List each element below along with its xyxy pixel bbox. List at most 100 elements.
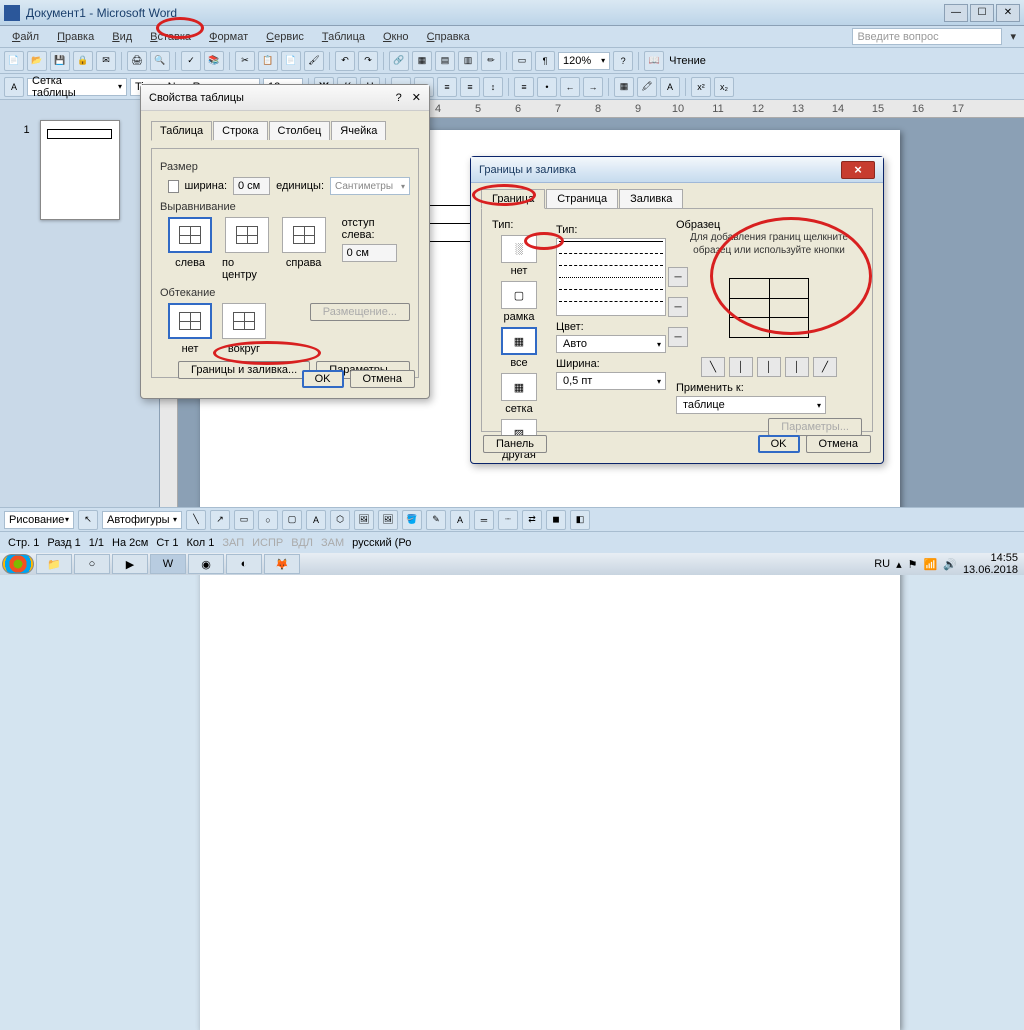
task-explorer[interactable]: 📁	[36, 554, 72, 574]
tray-flag-icon[interactable]: ⚑	[908, 558, 918, 571]
menu-window[interactable]: Окно	[375, 29, 417, 45]
dlg2-close-button[interactable]: ×	[841, 161, 875, 179]
link-icon[interactable]: 🔗	[389, 51, 409, 71]
edge-mid-v-btn[interactable]: │	[757, 357, 781, 377]
docmap-icon[interactable]: ▭	[512, 51, 532, 71]
tab-border[interactable]: Граница	[481, 189, 545, 209]
task-cortana[interactable]: ○	[74, 554, 110, 574]
draw-menu[interactable]: Рисование	[4, 511, 74, 529]
textbox-icon[interactable]: ▢	[282, 510, 302, 530]
wrap-around[interactable]: вокруг	[222, 303, 266, 355]
width-dropdown[interactable]: 0,5 пт	[556, 372, 666, 390]
fmtpaint-icon[interactable]: 🖌	[304, 51, 324, 71]
dash-icon[interactable]: ┈	[498, 510, 518, 530]
width-checkbox[interactable]	[168, 180, 179, 193]
styles-icon[interactable]: A	[4, 77, 24, 97]
maximize-button[interactable]: ☐	[970, 4, 994, 22]
menu-tools[interactable]: Сервис	[258, 29, 312, 45]
undo-icon[interactable]: ↶	[335, 51, 355, 71]
menu-insert[interactable]: Вставка	[142, 29, 199, 45]
tab-cell[interactable]: Ячейка	[331, 121, 386, 140]
tab-table[interactable]: Таблица	[151, 121, 212, 141]
fill-icon[interactable]: 🪣	[402, 510, 422, 530]
help-question-box[interactable]: Введите вопрос	[852, 28, 1002, 45]
wrap-none[interactable]: нет	[168, 303, 212, 355]
zoom-combo[interactable]: 120%	[558, 52, 610, 70]
open-icon[interactable]: 📂	[27, 51, 47, 71]
tray-time[interactable]: 14:55	[990, 552, 1018, 564]
close-button[interactable]: ✕	[996, 4, 1020, 22]
start-button[interactable]	[2, 554, 34, 574]
linecolor-icon[interactable]: ✎	[426, 510, 446, 530]
dlg1-ok-button[interactable]: OK	[302, 370, 344, 388]
dlg1-close-icon[interactable]: ✕	[412, 91, 421, 104]
outdent-icon[interactable]: ←	[560, 77, 580, 97]
read-icon[interactable]: 📖	[644, 51, 664, 71]
panel-button[interactable]: Панель	[483, 435, 547, 453]
tray-date[interactable]: 13.06.2018	[963, 564, 1018, 576]
tab-shading[interactable]: Заливка	[619, 189, 683, 208]
3d-icon[interactable]: ◧	[570, 510, 590, 530]
dlg2-ok-button[interactable]: OK	[758, 435, 800, 453]
excel-icon[interactable]: ▤	[435, 51, 455, 71]
mail-icon[interactable]: ✉	[96, 51, 116, 71]
setting-grid[interactable]: ▦сетка	[492, 373, 546, 415]
fontcolor-icon[interactable]: A	[660, 77, 680, 97]
diag2-btn[interactable]: ╱	[813, 357, 837, 377]
menu-table[interactable]: Таблица	[314, 29, 373, 45]
page-thumbnail[interactable]	[40, 120, 120, 220]
super-icon[interactable]: x²	[691, 77, 711, 97]
edge-bot-btn[interactable]: ─	[668, 327, 688, 347]
task-player[interactable]: ◉	[188, 554, 224, 574]
task-media[interactable]: ▶	[112, 554, 148, 574]
perms-icon[interactable]: 🔒	[73, 51, 93, 71]
para-icon[interactable]: ¶	[535, 51, 555, 71]
arrows-icon[interactable]: ⇄	[522, 510, 542, 530]
menu-edit[interactable]: Правка	[49, 29, 102, 45]
tray-lang[interactable]: RU	[874, 558, 890, 570]
tray-vol-icon[interactable]: 🔊	[943, 558, 957, 571]
width-input[interactable]: 0 см	[233, 177, 270, 195]
paste-icon[interactable]: 📄	[281, 51, 301, 71]
units-combo[interactable]: Сантиметры	[330, 177, 410, 195]
minimize-button[interactable]: —	[944, 4, 968, 22]
table-icon[interactable]: ▦	[412, 51, 432, 71]
help-icon[interactable]: ?	[613, 51, 633, 71]
edge-right-btn[interactable]: │	[785, 357, 809, 377]
oval-icon[interactable]: ○	[258, 510, 278, 530]
apply-dropdown[interactable]: таблице	[676, 396, 826, 414]
task-chrome[interactable]: ◐	[226, 554, 262, 574]
status-ext[interactable]: ВДЛ	[291, 537, 313, 549]
status-trk[interactable]: ИСПР	[252, 537, 283, 549]
status-lang[interactable]: русский (Ро	[352, 537, 411, 549]
setting-none[interactable]: ░нет	[492, 235, 546, 277]
align-right-icon[interactable]: ≡	[437, 77, 457, 97]
print-icon[interactable]: 🖨	[127, 51, 147, 71]
borders-icon[interactable]: ▦	[614, 77, 634, 97]
indent-icon[interactable]: →	[583, 77, 603, 97]
edge-left-btn[interactable]: │	[729, 357, 753, 377]
bullist-icon[interactable]: •	[537, 77, 557, 97]
sub-icon[interactable]: x₂	[714, 77, 734, 97]
setting-box[interactable]: ▢рамка	[492, 281, 546, 323]
spell-icon[interactable]: ✓	[181, 51, 201, 71]
align-right[interactable]: справа	[282, 217, 326, 269]
shadow-icon[interactable]: ◼	[546, 510, 566, 530]
edge-top-btn[interactable]: ─	[668, 267, 688, 287]
menu-dropdown[interactable]: ▾	[1006, 30, 1020, 43]
style-combo[interactable]: Сетка таблицы	[27, 78, 127, 96]
tab-page[interactable]: Страница	[546, 189, 618, 208]
indent-input[interactable]: 0 см	[342, 244, 397, 262]
research-icon[interactable]: 📚	[204, 51, 224, 71]
task-word[interactable]: W	[150, 554, 186, 574]
highlight-icon[interactable]: 🖍	[637, 77, 657, 97]
read-label[interactable]: Чтение	[667, 55, 706, 67]
new-icon[interactable]: 📄	[4, 51, 24, 71]
select-icon[interactable]: ↖	[78, 510, 98, 530]
fontcol-icon[interactable]: A	[450, 510, 470, 530]
linespace-icon[interactable]: ↕	[483, 77, 503, 97]
line-icon[interactable]: ╲	[186, 510, 206, 530]
style-listbox[interactable]	[556, 238, 666, 316]
align-left[interactable]: слева	[168, 217, 212, 269]
setting-all[interactable]: ▦все	[492, 327, 546, 369]
